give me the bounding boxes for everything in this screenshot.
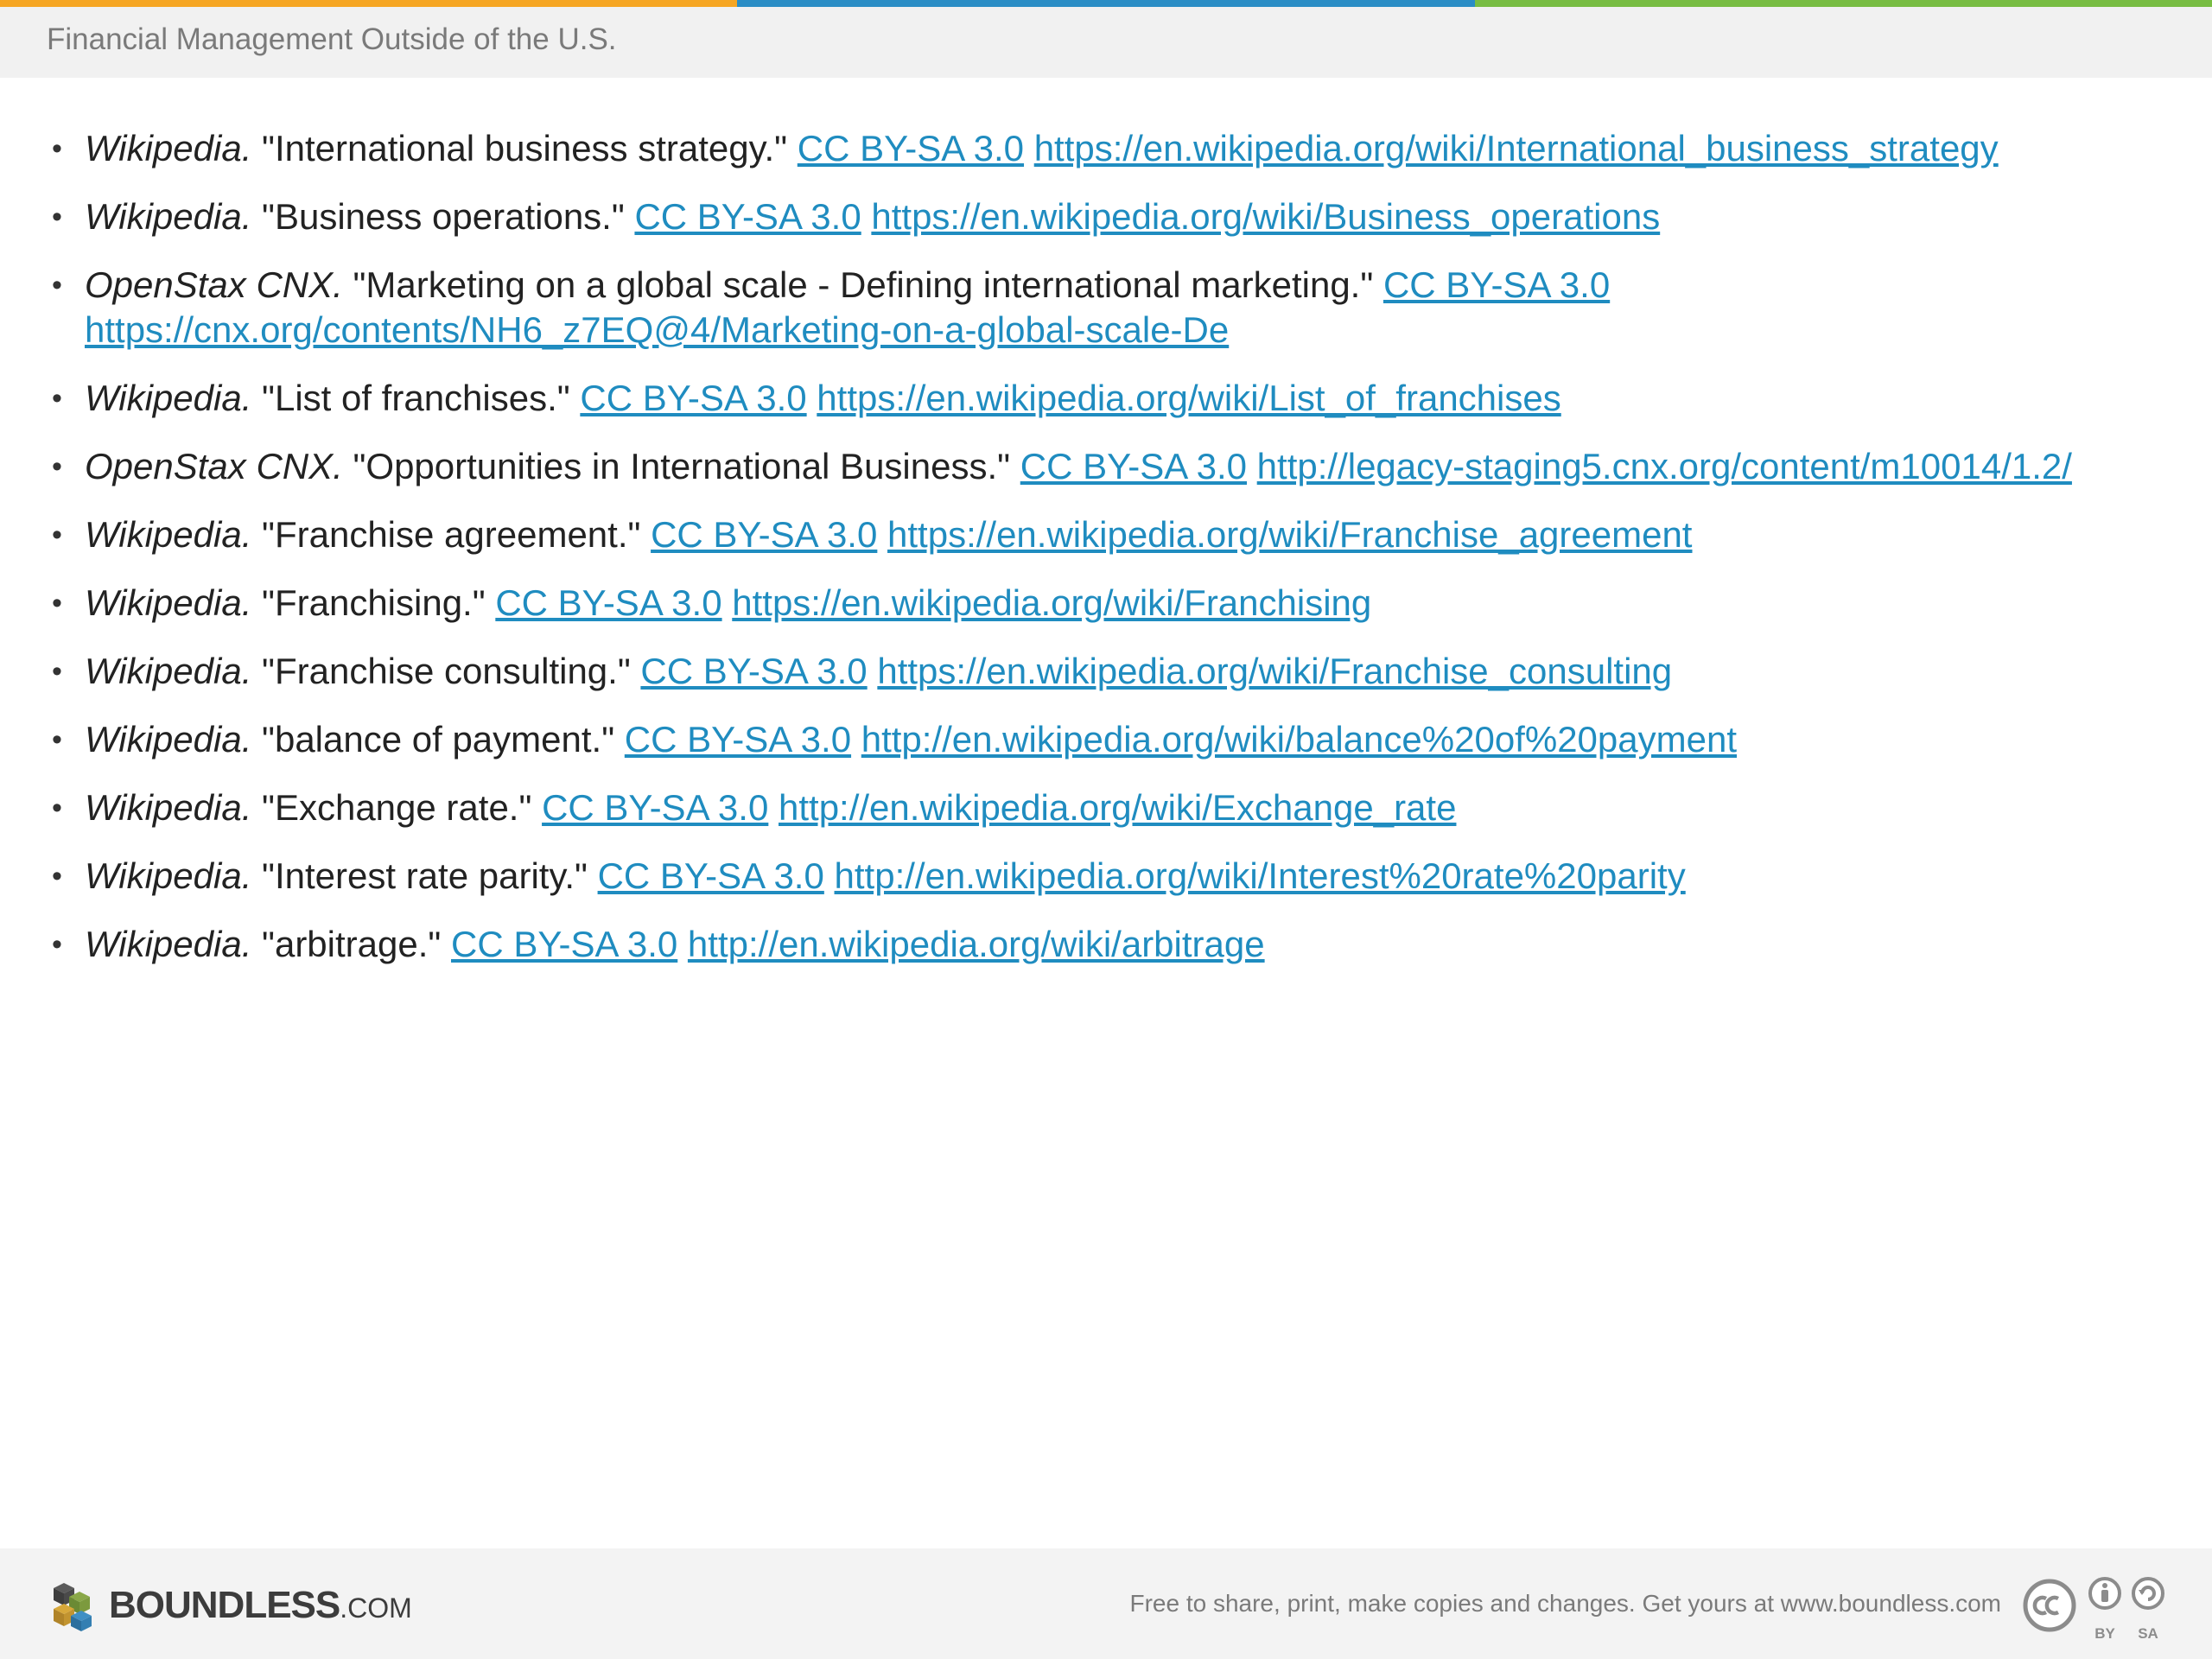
reference-url-link[interactable]: http://en.wikipedia.org/wiki/Exchange_ra… (779, 787, 1456, 828)
reference-url-link[interactable]: https://en.wikipedia.org/wiki/Franchise_… (877, 651, 1672, 691)
reference-item: • Wikipedia. "arbitrage." CC BY-SA 3.0 ht… (52, 922, 2160, 967)
reference-url-link[interactable]: https://en.wikipedia.org/wiki/Franchisin… (732, 582, 1371, 623)
reference-url-link[interactable]: https://en.wikipedia.org/wiki/List_of_fr… (817, 378, 1560, 418)
license-link[interactable]: CC BY-SA 3.0 (640, 651, 867, 691)
bullet-icon: • (52, 723, 62, 756)
reference-item: • Wikipedia. "International business stra… (52, 126, 2160, 171)
license-link[interactable]: CC BY-SA 3.0 (634, 196, 861, 237)
slide-page: Financial Management Outside of the U.S.… (0, 0, 2212, 1659)
reference-title: "Franchise consulting." (262, 651, 631, 691)
bullet-icon: • (52, 269, 62, 302)
reference-item: • Wikipedia. "balance of payment." CC BY-… (52, 717, 2160, 762)
slide-header: Financial Management Outside of the U.S. (0, 7, 2212, 78)
cc-icon (2023, 1579, 2076, 1632)
reference-title: "arbitrage." (262, 924, 442, 964)
license-link[interactable]: CC BY-SA 3.0 (598, 855, 824, 896)
reference-url-link[interactable]: https://en.wikipedia.org/wiki/Franchise_… (887, 514, 1692, 555)
reference-url-link[interactable]: http://en.wikipedia.org/wiki/Interest%20… (835, 855, 1686, 896)
bullet-icon: • (52, 928, 62, 961)
bullet-icon: • (52, 860, 62, 893)
reference-item: • Wikipedia. "Franchise consulting." CC B… (52, 649, 2160, 694)
reference-item: • Wikipedia. "Interest rate parity." CC B… (52, 854, 2160, 899)
logo-text: BOUNDLESS.COM (109, 1584, 412, 1626)
reference-title: "Interest rate parity." (262, 855, 588, 896)
bullet-icon: • (52, 132, 62, 165)
bullet-icon: • (52, 450, 62, 483)
reference-title: "Exchange rate." (262, 787, 532, 828)
reference-item: • Wikipedia. "Franchise agreement." CC BY… (52, 512, 2160, 557)
boundless-logo[interactable]: BOUNDLESS.COM (45, 1578, 412, 1633)
reference-url-link[interactable]: http://legacy-staging5.cnx.org/content/m… (1257, 446, 2072, 486)
reference-url-link[interactable]: https://en.wikipedia.org/wiki/Business_o… (871, 196, 1660, 237)
reference-source: Wikipedia. (85, 924, 252, 964)
boundless-cube-icon (54, 1583, 92, 1631)
reference-title: "Franchising." (262, 582, 486, 623)
license-link[interactable]: CC BY-SA 3.0 (495, 582, 721, 623)
bullet-icon: • (52, 518, 62, 551)
license-link[interactable]: CC BY-SA 3.0 (651, 514, 877, 555)
slide-footer: BOUNDLESS.COM Free to share, print, make… (0, 1548, 2212, 1659)
stripe-green (1474, 0, 2212, 7)
reference-source: OpenStax CNX. (85, 264, 343, 305)
reference-source: Wikipedia. (85, 582, 252, 623)
bullet-icon: • (52, 791, 62, 824)
license-link[interactable]: CC BY-SA 3.0 (580, 378, 806, 418)
reference-source: Wikipedia. (85, 514, 252, 555)
license-link[interactable]: CC BY-SA 3.0 (1383, 264, 1610, 305)
reference-item: • Wikipedia. "Franchising." CC BY-SA 3.0 … (52, 581, 2160, 626)
reference-list: • Wikipedia. "International business stra… (52, 126, 2160, 990)
cc-by-icon: BY (2088, 1577, 2121, 1642)
reference-source: Wikipedia. (85, 855, 252, 896)
reference-item: • OpenStax CNX. "Marketing on a global sc… (52, 263, 2160, 353)
license-link[interactable]: CC BY-SA 3.0 (625, 719, 851, 760)
header-color-stripe (0, 0, 2212, 7)
license-link[interactable]: CC BY-SA 3.0 (1020, 446, 1247, 486)
license-link[interactable]: CC BY-SA 3.0 (542, 787, 768, 828)
reference-title: "Business operations." (262, 196, 625, 237)
stripe-orange (0, 0, 738, 7)
reference-title: "Opportunities in International Business… (353, 446, 1011, 486)
reference-item: • Wikipedia. "Business operations." CC BY… (52, 194, 2160, 239)
reference-title: "List of franchises." (262, 378, 570, 418)
reference-title: "balance of payment." (262, 719, 615, 760)
reference-source: Wikipedia. (85, 651, 252, 691)
reference-source: Wikipedia. (85, 128, 252, 168)
license-link[interactable]: CC BY-SA 3.0 (798, 128, 1024, 168)
page-title: Financial Management Outside of the U.S. (47, 22, 617, 56)
reference-source: Wikipedia. (85, 719, 252, 760)
reference-item: • Wikipedia. "Exchange rate." CC BY-SA 3.… (52, 785, 2160, 830)
reference-source: OpenStax CNX. (85, 446, 343, 486)
bullet-icon: • (52, 587, 62, 620)
reference-source: Wikipedia. (85, 196, 252, 237)
reference-url-link[interactable]: https://en.wikipedia.org/wiki/Internatio… (1034, 128, 1999, 168)
cc-sa-icon: SA (2132, 1577, 2164, 1642)
reference-url-link[interactable]: http://en.wikipedia.org/wiki/balance%20o… (861, 719, 1737, 760)
svg-text:BY: BY (2094, 1625, 2115, 1642)
bullet-icon: • (52, 200, 62, 233)
reference-item: • Wikipedia. "List of franchises." CC BY-… (52, 376, 2160, 421)
reference-item: • OpenStax CNX. "Opportunities in Interna… (52, 444, 2160, 489)
stripe-blue (737, 0, 1475, 7)
reference-source: Wikipedia. (85, 378, 252, 418)
reference-title: "Marketing on a global scale - Defining … (353, 264, 1374, 305)
bullet-icon: • (52, 655, 62, 688)
cc-license-badge[interactable]: BY SA (2022, 1571, 2174, 1643)
reference-url-link[interactable]: https://cnx.org/contents/NH6_z7EQ@4/Mark… (85, 309, 1229, 350)
reference-url-link[interactable]: http://en.wikipedia.org/wiki/arbitrage (688, 924, 1265, 964)
reference-source: Wikipedia. (85, 787, 252, 828)
reference-title: "International business strategy." (262, 128, 788, 168)
license-link[interactable]: CC BY-SA 3.0 (451, 924, 677, 964)
bullet-icon: • (52, 382, 62, 415)
svg-text:SA: SA (2138, 1625, 2158, 1642)
reference-title: "Franchise agreement." (262, 514, 641, 555)
footer-tagline: Free to share, print, make copies and ch… (1129, 1590, 2001, 1617)
